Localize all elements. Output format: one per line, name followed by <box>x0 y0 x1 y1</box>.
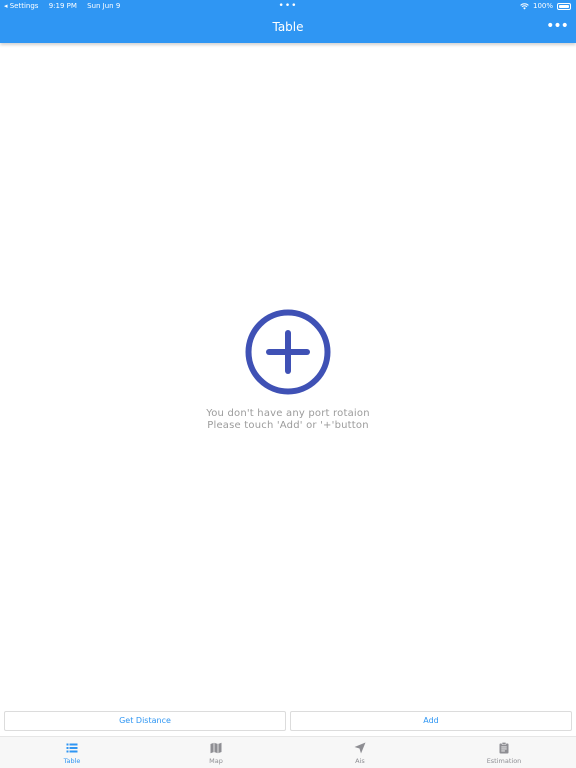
status-left: ◂ Settings 9:19 PM Sun Jun 9 <box>4 0 128 13</box>
tab-estimation[interactable]: Estimation <box>432 737 576 768</box>
app-header: ◂ Settings 9:19 PM Sun Jun 9 ••• 100% Ta… <box>0 0 576 43</box>
status-date: Sun Jun 9 <box>87 2 121 10</box>
ellipsis-icon: ••• <box>546 18 569 34</box>
action-bar: Get Distance Add <box>4 711 572 731</box>
wifi-icon <box>520 3 529 10</box>
status-bar: ◂ Settings 9:19 PM Sun Jun 9 ••• 100% <box>0 0 576 13</box>
back-to-settings-link[interactable]: ◂ Settings <box>4 2 38 10</box>
empty-message-line1: You don't have any port rotaion <box>206 408 370 419</box>
status-right: 100% <box>520 0 571 13</box>
empty-message-line2: Please touch 'Add' or '+'button <box>207 420 369 431</box>
empty-state: You don't have any port rotaion Please t… <box>0 308 576 432</box>
battery-icon <box>557 3 571 10</box>
more-options-button[interactable]: ••• <box>546 17 569 37</box>
get-distance-button[interactable]: Get Distance <box>4 711 286 731</box>
clipboard-icon <box>499 742 509 754</box>
page-title: Table <box>272 20 304 34</box>
status-time: 9:19 PM <box>48 2 77 10</box>
tab-label: Estimation <box>486 757 522 765</box>
add-button[interactable]: Add <box>290 711 572 731</box>
app-screen: ◂ Settings 9:19 PM Sun Jun 9 ••• 100% Ta… <box>0 0 576 768</box>
map-icon <box>210 742 222 754</box>
tab-bar: Table Map Ais Estimation <box>0 736 576 768</box>
navigation-arrow-icon <box>354 742 366 754</box>
add-circle-icon[interactable] <box>244 308 332 396</box>
tab-map[interactable]: Map <box>144 737 288 768</box>
list-icon <box>66 743 78 753</box>
tab-label: Table <box>63 757 81 765</box>
tab-ais[interactable]: Ais <box>288 737 432 768</box>
tab-label: Map <box>209 757 223 765</box>
tab-table[interactable]: Table <box>0 737 144 768</box>
battery-percent: 100% <box>532 2 553 10</box>
tab-label: Ais <box>355 757 365 765</box>
multitasking-dots-icon[interactable]: ••• <box>279 0 298 13</box>
